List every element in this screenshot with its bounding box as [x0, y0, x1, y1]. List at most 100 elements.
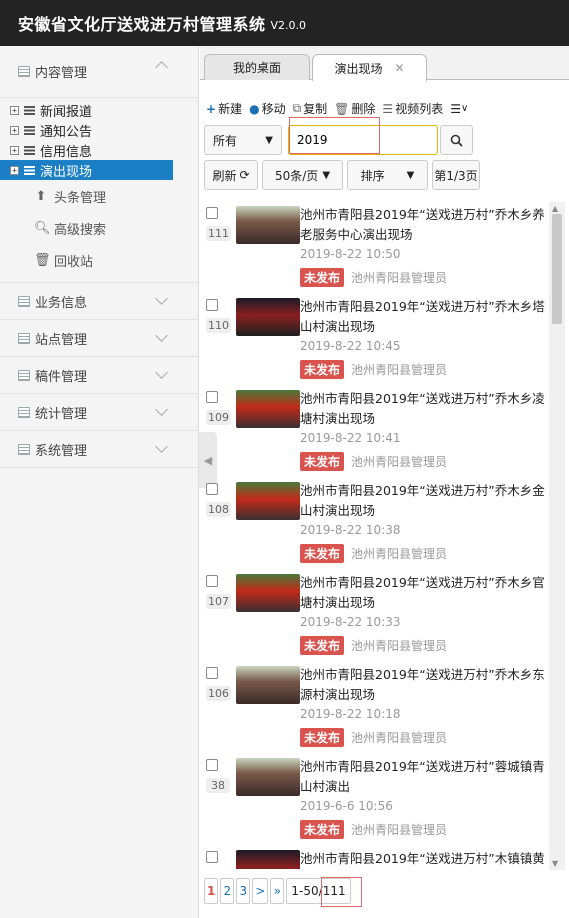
menu-group-manuscripts[interactable]: 稿件管理: [0, 357, 198, 394]
menu-group-label: 稿件管理: [35, 369, 88, 385]
move-label: 移动: [261, 102, 286, 116]
status-badge: 未发布: [300, 268, 345, 287]
sub-item-advanced-search[interactable]: 🔍︎ 高级搜索: [0, 212, 198, 244]
row-checkbox[interactable]: [206, 483, 218, 495]
row-checkbox[interactable]: [206, 299, 218, 311]
item-title[interactable]: 池州市青阳县2019年“送戏进万村”木镇镇黄: [300, 849, 548, 869]
page-size-value: 50条/页: [274, 168, 319, 183]
copy-button[interactable]: ⧉ 复制: [293, 100, 328, 117]
pager-highlight-box: [321, 877, 362, 907]
item-author: 池州青阳县管理员: [351, 363, 448, 377]
list-scrollbar[interactable]: ▲ ▼: [549, 202, 565, 870]
view-count: 109: [206, 410, 231, 425]
status-badge: 未发布: [300, 452, 345, 471]
video-list-button[interactable]: ☰ 视频列表: [382, 100, 443, 117]
expand-icon[interactable]: +: [10, 165, 19, 175]
next-page-button[interactable]: >: [252, 878, 269, 904]
list-item[interactable]: 111 池州市青阳县2019年“送戏进万村”乔木乡养老服务中心演出现场 2019…: [200, 202, 549, 294]
sidebar: 内容管理 + 新闻报道 + 通知公告 + 信用信息 + 演出现场 ⬆ 头条管理: [0, 46, 199, 918]
row-checkbox[interactable]: [206, 207, 218, 219]
chevron-down-icon: ∨: [460, 103, 469, 114]
menu-group-sites[interactable]: 站点管理: [0, 320, 198, 357]
plus-icon: +: [206, 101, 217, 116]
list-item[interactable]: 38 池州市青阳县2019年“送戏进万村”蓉城镇青山村演出 2019-6-6 1…: [200, 754, 549, 846]
row-checkbox[interactable]: [206, 851, 218, 863]
tree-item-performance[interactable]: + 演出现场: [0, 160, 173, 180]
article-list: 111 池州市青阳县2019年“送戏进万村”乔木乡养老服务中心演出现场 2019…: [200, 202, 549, 869]
item-title[interactable]: 池州市青阳县2019年“送戏进万村”乔木乡金山村演出现场: [300, 481, 548, 521]
list-item[interactable]: 池州市青阳县2019年“送戏进万村”木镇镇黄: [200, 846, 549, 869]
item-date: 2019-8-22 10:33: [300, 615, 401, 629]
sub-item-recycle-bin[interactable]: 🗑︎ 回收站: [0, 244, 198, 276]
row-checkbox[interactable]: [206, 391, 218, 403]
document-icon: [18, 66, 30, 77]
item-author: 池州青阳县管理员: [351, 731, 448, 745]
sub-item-headlines[interactable]: ⬆ 头条管理: [0, 180, 198, 212]
row-checkbox[interactable]: [206, 759, 218, 771]
list-item[interactable]: 106 池州市青阳县2019年“送戏进万村”乔木乡东源村演出现场 2019-8-…: [200, 662, 549, 754]
scroll-up-icon[interactable]: ▲: [552, 204, 558, 213]
tree-item-news[interactable]: + 新闻报道: [0, 100, 198, 120]
menu-group-system[interactable]: 系统管理: [0, 431, 198, 468]
caret-down-icon: ▼: [322, 169, 331, 181]
menu-group-label: 业务信息: [35, 295, 88, 311]
expand-icon[interactable]: +: [10, 145, 19, 155]
page-3-button[interactable]: 3: [236, 878, 251, 904]
list-item[interactable]: 110 池州市青阳县2019年“送戏进万村”乔木乡塔山村演出现场 2019-8-…: [200, 294, 549, 386]
row-checkbox[interactable]: [206, 575, 218, 587]
chevron-down-icon: [155, 403, 168, 416]
search-icon: 🔍︎: [34, 220, 51, 236]
search-button[interactable]: [440, 125, 473, 155]
list-item[interactable]: 108 池州市青阳县2019年“送戏进万村”乔木乡金山村演出现场 2019-8-…: [200, 478, 549, 570]
chevron-down-icon: [155, 366, 168, 379]
move-button[interactable]: ● 移动: [249, 100, 286, 117]
menu-group-label: 系统管理: [35, 443, 88, 459]
item-title[interactable]: 池州市青阳县2019年“送戏进万村”乔木乡养老服务中心演出现场: [300, 205, 548, 245]
delete-button[interactable]: 🗑︎ 删除: [334, 100, 375, 117]
chevron-down-icon: [155, 329, 168, 342]
item-title[interactable]: 池州市青阳县2019年“送戏进万村”乔木乡东源村演出现场: [300, 665, 548, 705]
menu-group-label: 统计管理: [35, 406, 88, 422]
list-item[interactable]: 107 池州市青阳县2019年“送戏进万村”乔木乡官塘村演出现场 2019-8-…: [200, 570, 549, 662]
scroll-down-icon[interactable]: ▼: [552, 859, 558, 868]
new-button[interactable]: + 新建: [206, 100, 242, 117]
item-title[interactable]: 池州市青阳县2019年“送戏进万村”乔木乡塔山村演出现场: [300, 297, 548, 337]
expand-icon[interactable]: +: [10, 125, 19, 135]
item-title[interactable]: 池州市青阳县2019年“送戏进万村”乔木乡官塘村演出现场: [300, 573, 548, 613]
menu-group-business[interactable]: 业务信息: [0, 283, 198, 320]
menu-group-content[interactable]: 内容管理: [0, 46, 198, 98]
tree-item-credit[interactable]: + 信用信息: [0, 140, 198, 160]
item-title[interactable]: 池州市青阳县2019年“送戏进万村”蓉城镇青山村演出: [300, 757, 548, 797]
item-date: 2019-8-22 10:50: [300, 247, 401, 261]
last-page-button[interactable]: »: [270, 878, 285, 904]
page-2-button[interactable]: 2: [220, 878, 235, 904]
status-badge: 未发布: [300, 728, 345, 747]
item-author: 池州青阳县管理员: [351, 455, 448, 469]
status-badge: 未发布: [300, 636, 345, 655]
row-checkbox[interactable]: [206, 667, 218, 679]
thumbnail-image: [236, 758, 300, 796]
item-author: 池州青阳县管理员: [351, 271, 448, 285]
sort-select[interactable]: 排序 ▼: [347, 160, 428, 190]
scope-select[interactable]: 所有 ▼: [204, 125, 282, 155]
app-version: V2.0.0: [270, 18, 307, 32]
view-count: 38: [206, 778, 230, 793]
scroll-thumb[interactable]: [552, 214, 562, 324]
tab-desktop[interactable]: 我的桌面: [204, 54, 310, 80]
sub-item-label: 高级搜索: [54, 222, 107, 238]
tab-performance[interactable]: 演出现场 ✕: [312, 54, 427, 81]
page-size-select[interactable]: 50条/页 ▼: [262, 160, 343, 190]
menu-group-label: 站点管理: [35, 332, 88, 348]
menu-group-statistics[interactable]: 统计管理: [0, 394, 198, 431]
expand-icon[interactable]: +: [10, 105, 19, 115]
item-title[interactable]: 池州市青阳县2019年“送戏进万村”乔木乡凌塘村演出现场: [300, 389, 548, 429]
list-item[interactable]: 109 池州市青阳县2019年“送戏进万村”乔木乡凌塘村演出现场 2019-8-…: [200, 386, 549, 478]
close-icon[interactable]: ✕: [394, 61, 404, 75]
page-1-button[interactable]: 1: [204, 878, 219, 904]
thumbnail-image: [236, 666, 300, 704]
toolbar: + 新建 ● 移动 ⧉ 复制 🗑︎ 删除 ☰ 视频列表 ☰ ∨: [206, 100, 475, 117]
more-menu-button[interactable]: ☰ ∨: [450, 102, 468, 116]
refresh-button[interactable]: 刷新 ⟳: [204, 160, 258, 190]
tree-item-notices[interactable]: + 通知公告: [0, 120, 198, 140]
view-count: 108: [206, 502, 231, 517]
